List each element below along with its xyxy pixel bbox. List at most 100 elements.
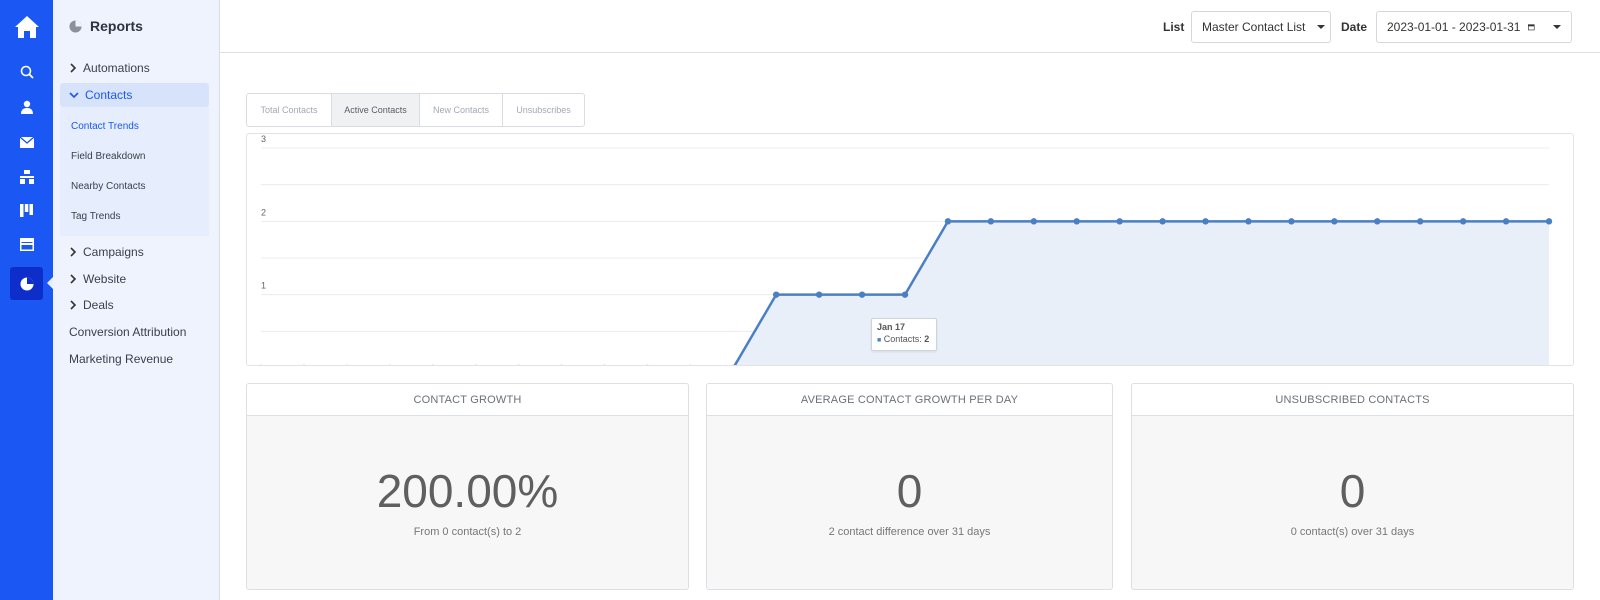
sidebar-item-conversion-attribution[interactable]: Conversion Attribution [69,325,186,339]
sidebar-item-label: Website [83,272,127,286]
y-tick-label: 3 [261,134,266,144]
data-point [603,364,606,365]
calendar-icon [1528,24,1535,31]
data-point [1459,218,1467,225]
data-point [944,218,952,225]
data-point [1159,218,1166,225]
chevron-right-icon [70,300,77,310]
data-point [1417,218,1424,225]
contacts-submenu: Contact Trends Field Breakdown Nearby Co… [60,107,209,236]
card-value: 0 [896,465,923,517]
tab-active-contacts[interactable]: Active Contacts [332,94,420,126]
date-range-picker[interactable]: 2023-01-01 - 2023-01-31 [1376,11,1572,43]
card-title: AVERAGE CONTACT GROWTH PER DAY [707,384,1112,416]
icon-rail [0,0,53,600]
sidebar-item-website[interactable]: Website [69,272,126,286]
data-point [987,218,995,225]
list-select[interactable]: Master Contact List [1191,11,1331,43]
submenu-item-contact-trends[interactable]: Contact Trends [71,121,139,132]
y-tick-label: 1 [261,281,266,291]
date-range-value: 2023-01-01 - 2023-01-31 [1387,20,1521,34]
y-tick-label: 2 [261,207,266,217]
card-subtext: From 0 contact(s) to 2 [413,526,522,538]
stat-card-avg-growth: AVERAGE CONTACT GROWTH PER DAY 0 2 conta… [706,383,1113,590]
search-icon[interactable] [0,56,53,88]
data-point [901,291,909,298]
data-point [689,364,692,365]
sidebar-item-deals[interactable]: Deals [69,298,114,312]
tooltip-date: Jan 17 [877,322,906,332]
contact-type-tabs: Total Contacts Active Contacts New Conta… [246,93,585,127]
sidebar-item-label: Automations [83,61,150,75]
sitemap-icon[interactable] [0,161,53,193]
data-point [773,291,780,298]
data-point [560,364,563,365]
submenu-item-field-breakdown[interactable]: Field Breakdown [71,151,145,162]
list-label: List [1163,20,1185,34]
sidebar-item-label: Campaigns [83,245,144,259]
home-icon[interactable] [0,10,53,44]
data-point [646,364,649,365]
sidebar-item-label: Contacts [85,88,133,102]
data-point [1202,218,1209,225]
sidebar-item-automations[interactable]: Automations [69,61,150,75]
sidebar-title-label: Reports [90,18,143,34]
card-title: CONTACT GROWTH [247,384,688,416]
submenu-item-nearby-contacts[interactable]: Nearby Contacts [71,181,145,192]
data-point [1073,218,1080,225]
data-point [1116,218,1123,225]
data-point [517,364,520,365]
chevron-down-icon [69,92,79,99]
card-subtext: 0 contact(s) over 31 days [1290,526,1415,538]
chevron-right-icon [70,247,77,257]
caret-down-icon [1317,25,1326,29]
stat-card-contact-growth: CONTACT GROWTH 200.00% From 0 contact(s)… [246,383,689,590]
stat-card-unsubscribed: UNSUBSCRIBED CONTACTS 0 0 contact(s) ove… [1131,383,1574,590]
data-point [259,364,263,365]
data-point [1331,218,1338,225]
submenu-item-tag-trends[interactable]: Tag Trends [71,211,120,222]
data-point [858,291,866,298]
tab-new-contacts[interactable]: New Contacts [420,94,503,126]
chevron-right-icon [70,274,77,284]
chevron-right-icon [70,63,77,73]
pie-chart-icon[interactable] [10,267,43,300]
series-marker-icon: ■ [877,337,882,344]
reports-sidebar: Reports Automations Contacts Contact Tre… [53,0,220,600]
tab-unsubscribes[interactable]: Unsubscribes [503,94,584,126]
data-point [1545,218,1553,225]
pie-chart-icon [69,19,82,33]
caret-down-icon [1553,25,1561,29]
card-value: 200.00% [376,465,559,517]
tooltip-series: Contacts [883,334,920,344]
kanban-icon[interactable] [0,194,53,226]
sidebar-item-marketing-revenue[interactable]: Marketing Revenue [69,352,173,366]
data-point [1288,218,1295,225]
list-select-value: Master Contact List [1202,20,1306,34]
tab-total-contacts[interactable]: Total Contacts [247,94,332,126]
user-icon[interactable] [0,91,53,123]
chart-tooltip: Jan 17 ■ Contacts: 2 [871,318,937,351]
sidebar-item-label: Deals [83,298,114,312]
tooltip-value: 2 [924,334,930,344]
browser-icon[interactable] [0,228,53,260]
data-point [815,291,823,298]
data-point [302,364,306,365]
card-subtext: 2 contact difference over 31 days [828,526,991,538]
sidebar-item-campaigns[interactable]: Campaigns [69,245,144,259]
envelope-icon[interactable] [0,126,53,158]
date-label: Date [1341,20,1368,34]
sidebar-item-label: Marketing Revenue [69,352,174,366]
sidebar-item-contacts[interactable]: Contacts [60,83,209,107]
data-point [345,364,348,365]
data-point [1245,218,1252,225]
filter-bar: List Master Contact List Date 2023-01-01… [220,0,1600,53]
data-point [1374,218,1381,225]
card-title: UNSUBSCRIBED CONTACTS [1132,384,1573,416]
data-point [474,364,477,365]
data-point [1502,218,1510,225]
data-point [1030,218,1037,225]
sidebar-item-label: Conversion Attribution [69,325,187,339]
card-value: 0 [1339,465,1366,517]
data-point [388,364,391,365]
